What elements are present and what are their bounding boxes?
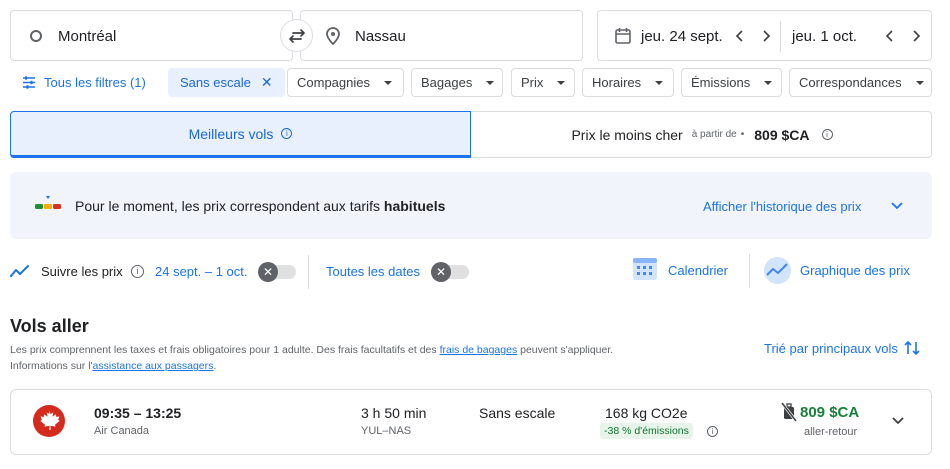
flight-duration: 3 h 50 min [361, 405, 427, 421]
filter-chip-label: Prix [521, 75, 544, 90]
calendar-icon [615, 27, 631, 49]
tab-best-flights[interactable]: Meilleurs vols i [10, 111, 471, 158]
filter-chip-times[interactable]: Horaires [582, 68, 674, 97]
location-pin-icon [326, 27, 340, 50]
origin-value: Montréal [58, 28, 117, 45]
chevron-right-icon[interactable] [758, 28, 774, 44]
sort-arrows-icon [903, 340, 920, 356]
chevron-down-icon[interactable] [889, 199, 905, 218]
track-dates: 24 sept. – 1 oct. [155, 264, 248, 279]
dot-separator: • [740, 129, 745, 140]
track-dates-toggle[interactable]: ✕ [258, 262, 296, 282]
from-label: à partir de [691, 129, 737, 140]
note-text: . [213, 360, 217, 372]
close-icon: ✕ [431, 262, 451, 282]
vertical-divider [308, 255, 309, 289]
flight-result-card[interactable]: 09:35 – 13:25 Air Canada 3 h 50 min YUL–… [10, 389, 932, 455]
caret-down-icon [655, 80, 664, 85]
all-filters-button[interactable]: Tous les filtres (1) [10, 68, 146, 97]
flight-price: 809 $CA [800, 404, 860, 421]
caret-down-icon [915, 80, 924, 85]
filter-chip-price[interactable]: Prix [511, 68, 575, 97]
caret-down-icon [486, 80, 495, 85]
filter-chip-connections[interactable]: Correspondances [789, 68, 932, 97]
trip-type: aller-retour [804, 426, 858, 438]
calendar-grid-icon [632, 255, 658, 288]
track-prices-label: Suivre les prix [41, 264, 123, 279]
filter-chip-label: Émissions [691, 75, 751, 90]
price-insight-banner: Pour le moment, les prix correspondent a… [10, 172, 932, 239]
passenger-assistance-link[interactable]: assistance aux passagers [93, 360, 214, 372]
no-baggage-icon [780, 402, 798, 427]
caret-down-icon [557, 80, 566, 85]
tab-label: Prix le moins cher [571, 126, 683, 143]
chevron-right-icon[interactable] [908, 28, 924, 44]
airline-logo [32, 404, 66, 443]
cheapest-price: 809 $CA [754, 126, 810, 143]
filter-chip-label: Correspondances [799, 75, 902, 90]
airline-name: Air Canada [94, 425, 150, 437]
swap-icon [288, 28, 305, 43]
insight-text: Pour le moment, les prix correspondent a… [75, 198, 445, 214]
swap-locations-button[interactable] [280, 19, 313, 52]
section-title: Vols aller [10, 316, 89, 336]
any-dates-toggle[interactable]: ✕ [431, 262, 469, 282]
filter-chip-label: Horaires [592, 75, 642, 90]
price-graph-button[interactable]: Graphique des prix [800, 263, 910, 278]
origin-circle-icon [30, 30, 42, 42]
price-graph-icon [763, 256, 792, 290]
close-icon[interactable]: ✕ [261, 74, 273, 91]
tracking-row: Suivre les prix i 24 sept. – 1 oct. ✕ To… [10, 254, 932, 290]
tab-label: Meilleurs vols [188, 125, 274, 142]
insight-prefix: Pour le moment, les prix correspondent a… [75, 198, 381, 214]
filter-chip-bags[interactable]: Bagages [411, 68, 503, 97]
tab-cheapest[interactable]: Prix le moins cher à partir de • 809 $CA… [472, 112, 932, 157]
emissions-badge: -38 % d'émissions [600, 423, 693, 439]
sort-label: Trié par principaux vols [764, 341, 898, 356]
note-text: peuvent s'appliquer. [517, 344, 614, 356]
close-icon: ✕ [258, 262, 278, 282]
filter-sliders-icon [23, 76, 35, 89]
trend-line-icon [10, 264, 30, 283]
date-field[interactable]: jeu. 24 sept. jeu. 1 oct. [597, 10, 932, 61]
flight-times: 09:35 – 13:25 [94, 405, 182, 421]
calendar-button[interactable]: Calendrier [668, 263, 728, 278]
note-text: Informations sur l' [10, 360, 93, 372]
filter-chip-airlines[interactable]: Compagnies [287, 68, 404, 97]
info-icon[interactable]: i [707, 426, 718, 437]
caret-down-icon [764, 80, 773, 85]
info-icon[interactable]: i [281, 128, 293, 139]
caret-down-icon [384, 80, 392, 85]
baggage-fees-link[interactable]: frais de bagages [440, 344, 518, 356]
vertical-divider [749, 254, 750, 288]
any-dates-label: Toutes les dates [326, 264, 420, 279]
filter-chip-label: Sans escale [180, 75, 251, 90]
note-text: Les prix comprennent les taxes et frais … [10, 344, 440, 356]
filter-chip-label: Bagages [421, 75, 473, 90]
destination-field[interactable]: Nassau [300, 10, 583, 61]
depart-date[interactable]: jeu. 24 sept. [641, 28, 723, 45]
chevron-down-icon[interactable] [890, 414, 906, 433]
chevron-left-icon[interactable] [882, 28, 898, 44]
info-icon[interactable]: i [821, 129, 833, 140]
flight-stops: Sans escale [479, 405, 556, 421]
chevron-left-icon[interactable] [732, 28, 748, 44]
all-filters-label: Tous les filtres (1) [44, 75, 146, 90]
info-icon[interactable]: i [131, 265, 144, 278]
filter-chip-nonstop[interactable]: Sans escale ✕ [168, 68, 285, 97]
destination-value: Nassau [355, 28, 406, 45]
price-disclaimer: Les prix comprennent les taxes et frais … [10, 342, 710, 374]
filter-chip-label: Compagnies [297, 75, 370, 90]
flight-route: YUL–NAS [361, 425, 412, 437]
sort-tabs: Meilleurs vols i Prix le moins cher à pa… [10, 111, 932, 158]
sort-button[interactable]: Trié par principaux vols [764, 340, 920, 356]
origin-field[interactable]: Montréal [10, 10, 293, 61]
insight-emphasis: habituels [383, 198, 446, 214]
price-level-icon [35, 196, 61, 215]
return-date[interactable]: jeu. 1 oct. [792, 28, 857, 45]
date-divider [780, 21, 781, 52]
filter-chip-emissions[interactable]: Émissions [681, 68, 782, 97]
price-history-link[interactable]: Afficher l'historique des prix [703, 199, 861, 214]
flight-emissions: 168 kg CO2e [605, 405, 688, 421]
